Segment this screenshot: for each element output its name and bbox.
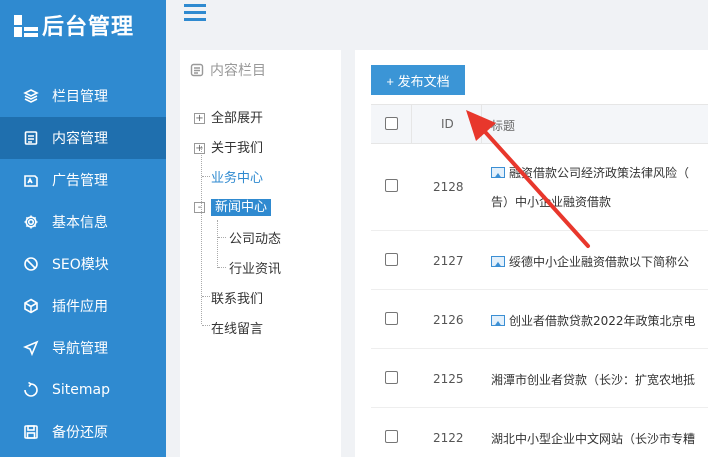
table-row: 2126 创业者借款贷款2022年政策北京电 <box>371 290 708 349</box>
tree-node-label: 业务中心 <box>211 171 264 186</box>
row-id: 2128 <box>433 180 464 194</box>
column-separator <box>481 105 482 143</box>
list-icon <box>190 63 204 77</box>
tree-node-expand-all[interactable]: + 全部展开 <box>194 107 263 126</box>
document-list-panel: + 发布文档 ID 标题 2128 融资借款公司经济政策法律风险（ 告）中小企业… <box>355 50 708 457</box>
sidebar-item-basic-info[interactable]: 基本信息 <box>0 201 166 243</box>
sidebar-item-label: 内容管理 <box>52 131 108 147</box>
row-title-text: 融资借款公司经济政策法律风险（ <box>509 166 690 180</box>
backup-icon <box>22 423 40 441</box>
image-icon <box>491 256 505 267</box>
tree-node-label: 行业资讯 <box>229 262 282 277</box>
sidebar: 后台管理 栏目管理 内容管理 广告管理 基本信息 SEO模块 插件应用 导航管理… <box>0 0 166 457</box>
ad-icon <box>22 171 40 189</box>
sidebar-item-label: SEO模块 <box>52 257 109 273</box>
tree-node-company-news[interactable]: 公司动态 <box>229 228 281 247</box>
tree-node-contact[interactable]: 联系我们 <box>211 288 263 307</box>
row-title-link[interactable]: 湖北中小型企业中文网站（长沙市专糟 <box>491 430 695 447</box>
tree-node-about[interactable]: + 关于我们 <box>194 137 263 156</box>
collapse-icon[interactable]: - <box>194 202 205 213</box>
sidebar-item-navigation[interactable]: 导航管理 <box>0 327 166 369</box>
row-checkbox[interactable] <box>385 253 398 266</box>
top-bar <box>166 0 708 34</box>
tree-connector <box>217 220 218 268</box>
sidebar-item-columns[interactable]: 栏目管理 <box>0 75 166 117</box>
layers-icon <box>22 87 40 105</box>
table-row: 2128 融资借款公司经济政策法律风险（ 告）中小企业融资借款 <box>371 144 708 231</box>
row-title-link[interactable]: 湘潭市创业者贷款（长沙：扩宽农地抵 <box>491 371 695 388</box>
seo-icon <box>22 255 40 273</box>
table-row: 2127 绥德中小企业融资借款以下简称公 <box>371 231 708 290</box>
row-checkbox[interactable] <box>385 371 398 384</box>
sidebar-item-backup[interactable]: 备份还原 <box>0 411 166 453</box>
tree-node-label: 关于我们 <box>211 141 264 156</box>
row-id: 2126 <box>433 313 464 327</box>
tree-node-industry-news[interactable]: 行业资讯 <box>229 258 281 277</box>
tree-node-label: 全部展开 <box>211 111 264 126</box>
row-id: 2122 <box>433 431 464 445</box>
row-title-link[interactable]: 绥德中小企业融资借款以下简称公 <box>491 253 689 270</box>
document-icon <box>22 129 40 147</box>
tree-node-label: 公司动态 <box>229 232 282 247</box>
row-id: 2127 <box>433 254 464 268</box>
sidebar-item-label: 插件应用 <box>52 299 108 315</box>
tree-node-label: 新闻中心 <box>211 199 272 216</box>
gear-icon <box>22 213 40 231</box>
sitemap-icon <box>22 381 40 399</box>
table-row: 2125 湘潭市创业者贷款（长沙：扩宽农地抵 <box>371 349 708 408</box>
tree-connector <box>218 237 226 238</box>
tree-connector <box>202 176 210 177</box>
sidebar-item-label: 基本信息 <box>52 215 108 231</box>
tree-title: 内容栏目 <box>190 60 266 80</box>
tree-connector <box>202 325 210 326</box>
sidebar-item-sitemap[interactable]: Sitemap <box>0 369 166 411</box>
row-title-continued: 告）中小企业融资借款 <box>491 195 612 209</box>
sidebar-item-label: 备份还原 <box>52 425 108 441</box>
content-tree-panel: 内容栏目 + 全部展开 + 关于我们 业务中心 - 新闻中心 公司动态 行业资讯 联系… <box>180 50 341 457</box>
select-all-checkbox[interactable] <box>385 117 398 130</box>
hamburger-menu-icon[interactable] <box>184 4 206 22</box>
sidebar-item-seo[interactable]: SEO模块 <box>0 243 166 285</box>
tree-node-message[interactable]: 在线留言 <box>211 318 263 337</box>
column-header-id[interactable]: ID <box>441 117 454 131</box>
row-checkbox[interactable] <box>385 179 398 192</box>
column-header-title[interactable]: 标题 <box>491 117 515 134</box>
tree-node-label: 在线留言 <box>211 322 264 337</box>
tree-connector <box>202 296 210 297</box>
plugin-icon <box>22 297 40 315</box>
logo-text: 后台管理 <box>42 15 135 40</box>
tree-node-business[interactable]: 业务中心 <box>211 167 263 186</box>
sidebar-item-plugins[interactable]: 插件应用 <box>0 285 166 327</box>
row-id: 2125 <box>433 372 464 386</box>
row-checkbox[interactable] <box>385 430 398 443</box>
sidebar-item-label: 导航管理 <box>52 341 108 357</box>
row-title-link[interactable]: 融资借款公司经济政策法律风险（ <box>491 164 689 181</box>
table-row: 2122 湖北中小型企业中文网站（长沙市专糟 <box>371 408 708 457</box>
row-title-text: 创业者借款贷款2022年政策北京电 <box>509 314 696 328</box>
tree-node-label: 联系我们 <box>211 292 264 307</box>
sidebar-item-content[interactable]: 内容管理 <box>0 117 166 159</box>
tree-connector <box>218 267 226 268</box>
navigation-icon <box>22 339 40 357</box>
sidebar-item-label: Sitemap <box>52 382 110 398</box>
expand-icon[interactable]: + <box>194 113 205 124</box>
expand-icon[interactable]: + <box>194 143 205 154</box>
image-icon <box>491 315 505 326</box>
tree-connector <box>201 146 202 324</box>
row-checkbox[interactable] <box>385 312 398 325</box>
publish-document-button[interactable]: + 发布文档 <box>371 65 465 95</box>
logo-icon <box>12 11 40 39</box>
tree-title-label: 内容栏目 <box>210 63 266 79</box>
sidebar-item-ads[interactable]: 广告管理 <box>0 159 166 201</box>
sidebar-item-label: 广告管理 <box>52 173 108 189</box>
logo: 后台管理 <box>12 8 134 42</box>
table-header: ID 标题 <box>371 104 708 144</box>
row-title-text: 绥德中小企业融资借款以下简称公 <box>509 255 690 269</box>
row-title-link[interactable]: 创业者借款贷款2022年政策北京电 <box>491 312 696 329</box>
image-icon <box>491 167 505 178</box>
tree-node-news[interactable]: - 新闻中心 <box>194 196 272 216</box>
sidebar-item-label: 栏目管理 <box>52 89 108 105</box>
column-separator <box>411 105 412 143</box>
